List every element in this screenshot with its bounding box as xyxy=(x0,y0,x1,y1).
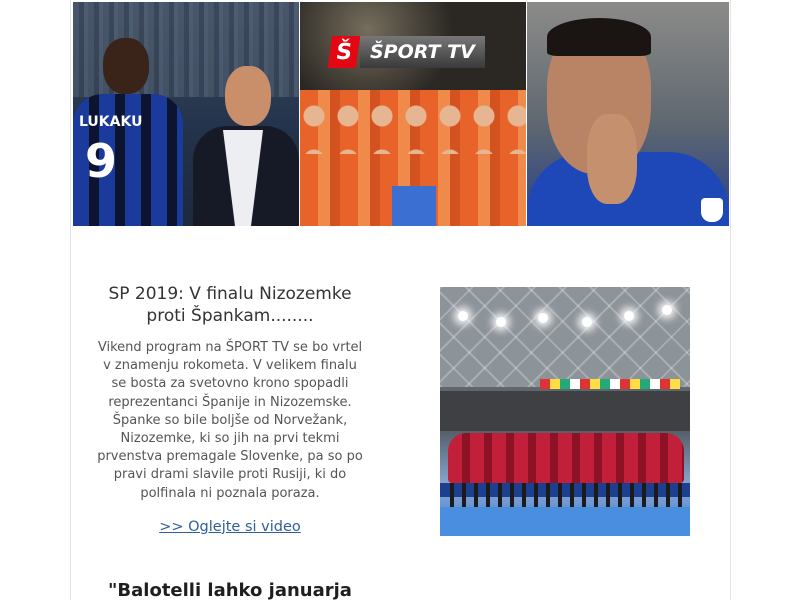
team-huddle xyxy=(448,433,684,483)
footballer-hand xyxy=(587,114,637,204)
stands xyxy=(440,391,690,431)
next-article-title[interactable]: "Balotelli lahko januarja xyxy=(71,579,389,600)
banner-photo-football-celebration[interactable]: LUKAKU 9 xyxy=(73,2,299,226)
sport-tv-logo-mark: Š xyxy=(327,36,361,68)
jersey-name: LUKAKU xyxy=(79,114,143,130)
club-badge-icon xyxy=(701,198,723,222)
arena-light xyxy=(538,313,548,323)
footballer-hair xyxy=(547,18,651,56)
arena-light xyxy=(662,305,672,315)
email-container: LUKAKU 9 Š ŠPORT TV SP 2019: V finalu Ni… xyxy=(70,0,731,600)
article-text-column: SP 2019: V finalu Nizozemke proti Španka… xyxy=(95,283,365,535)
article-title[interactable]: SP 2019: V finalu Nizozemke proti Španka… xyxy=(95,283,365,327)
player-head xyxy=(103,38,149,94)
watch-video-link[interactable]: >> Oglejte si video xyxy=(159,519,301,535)
arena-roof xyxy=(440,287,690,387)
banner-photo-footballer[interactable] xyxy=(527,2,729,226)
arena-light xyxy=(496,317,506,327)
article-section: SP 2019: V finalu Nizozemke proti Španka… xyxy=(71,283,730,536)
flags-row xyxy=(540,379,680,389)
team-legs xyxy=(450,483,682,507)
arena-light xyxy=(624,311,634,321)
article-photo-handball-huddle[interactable] xyxy=(440,287,690,536)
header-banner[interactable]: LUKAKU 9 Š ŠPORT TV xyxy=(73,2,729,226)
team-faces xyxy=(300,94,526,154)
banner-photo-handball-team[interactable]: Š ŠPORT TV xyxy=(300,2,526,226)
jersey-number: 9 xyxy=(85,134,118,188)
article-body: Vikend program na ŠPORT TV se bo vrtel v… xyxy=(97,340,363,501)
arena-light xyxy=(582,317,592,327)
sport-tv-logo-text: ŠPORT TV xyxy=(360,36,485,68)
coach-head xyxy=(225,66,271,126)
goalkeeper-figure xyxy=(392,186,436,226)
court-floor xyxy=(440,507,690,536)
arena-light xyxy=(458,311,468,321)
sport-tv-logo: Š ŠPORT TV xyxy=(327,36,485,68)
